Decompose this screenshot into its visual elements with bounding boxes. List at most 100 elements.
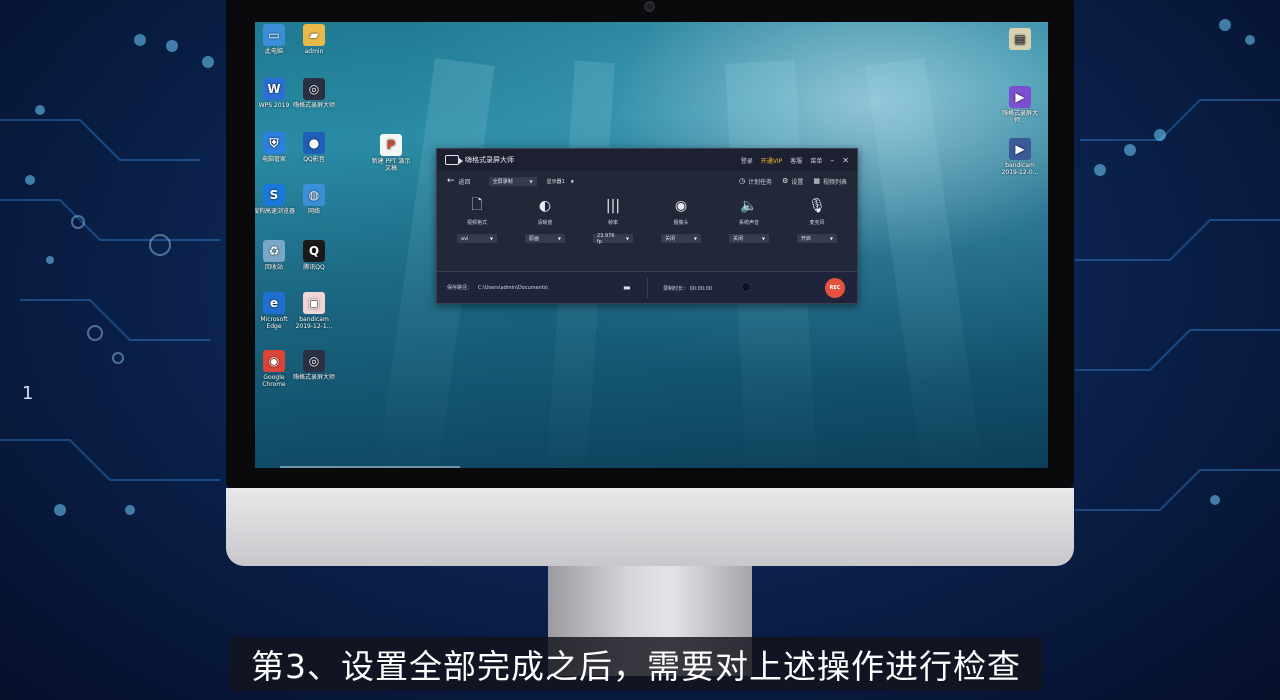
video-camera-icon bbox=[445, 155, 463, 165]
desktop-icon-label: 腾讯QQ bbox=[303, 264, 325, 271]
control-label: 帧率 bbox=[607, 220, 618, 226]
back-label: 返回 bbox=[458, 178, 471, 186]
desktop-icon-label: 嗨格式录屏大师 bbox=[292, 374, 335, 381]
video-list-button[interactable]: ▦ 视频列表 bbox=[813, 177, 847, 186]
chevron-down-icon: ▼ bbox=[570, 178, 574, 184]
control-label: 摄像头 bbox=[673, 220, 689, 226]
desktop-icon[interactable]: ⛨ 电脑管家 bbox=[255, 132, 296, 163]
desktop-icon[interactable]: ♻ 回收站 bbox=[255, 240, 296, 271]
desktop-icon[interactable]: ▤ bbox=[998, 28, 1042, 52]
desktop-icon[interactable]: e Microsoft Edge bbox=[255, 292, 296, 330]
video-file-icon: ▶ bbox=[1009, 138, 1031, 160]
folder-icon: ▰ bbox=[303, 24, 325, 46]
desktop-icon-label: bandicam 2019-12-0... bbox=[1001, 162, 1039, 176]
taskbar-edge bbox=[280, 466, 460, 468]
folder-icon[interactable]: ▬ bbox=[623, 283, 631, 292]
control-label: 麦克风 bbox=[809, 220, 825, 226]
edge-icon: e bbox=[263, 292, 285, 314]
desktop-icon[interactable]: ▭ 此电脑 bbox=[255, 24, 296, 55]
divider bbox=[647, 278, 648, 298]
control-quality: ◐ 清晰度 原画 ▼ bbox=[511, 195, 579, 269]
ppt-file-icon: P bbox=[380, 134, 402, 156]
desktop-icon-label: 嗨格式录屏大师... bbox=[1001, 110, 1038, 124]
webcam-select[interactable]: 关闭 ▼ bbox=[661, 234, 701, 243]
shield-icon: ⛨ bbox=[263, 132, 285, 154]
rec-button[interactable]: REC bbox=[825, 278, 845, 298]
quality-select[interactable]: 原画 ▼ bbox=[525, 234, 565, 243]
sogou-browser-icon: S bbox=[263, 184, 285, 206]
window-titlebar: 嗨格式录屏大师 登录 开通VIP 客服 菜单 – ✕ bbox=[437, 149, 857, 171]
toolbar-actions: ◷ 计划任务 ⚙ 设置 ▦ 视频列表 bbox=[739, 171, 847, 191]
control-system-sound: 🔈 系统声音 关闭 ▼ bbox=[715, 195, 783, 269]
desktop-icon-label: Microsoft Edge bbox=[260, 316, 288, 330]
desktop-icon[interactable]: ▶ bandicam 2019-12-0... bbox=[998, 138, 1042, 176]
display-value: 显示器1 bbox=[546, 178, 565, 185]
desktop-icon[interactable]: P 新建 PPT 演示文稿 bbox=[369, 134, 413, 172]
desktop-icon[interactable]: ◎ 嗨格式录屏大师 bbox=[292, 350, 336, 381]
waveform-icon: ||| bbox=[605, 198, 621, 214]
arrow-left-icon: ← bbox=[447, 176, 455, 186]
image-file-icon: ▣ bbox=[303, 292, 325, 314]
desktop-icon-label: 回收站 bbox=[264, 264, 283, 271]
schedule-label: 计划任务 bbox=[748, 178, 773, 186]
desktop-icon[interactable]: Q 腾讯QQ bbox=[292, 240, 336, 271]
background-digit: 1 bbox=[22, 383, 34, 404]
desktop-icon[interactable]: ◉ Google Chrome bbox=[255, 350, 296, 388]
desktop-icon[interactable]: ▰ admin bbox=[292, 24, 336, 55]
gear-icon: ⚙ bbox=[782, 177, 789, 185]
desktop-icon-label: 嗨格式录屏大师 bbox=[292, 102, 335, 109]
contrast-icon: ◐ bbox=[538, 198, 552, 214]
screen-recorder-icon: ◎ bbox=[303, 78, 325, 100]
desktop-icon-label: 此电脑 bbox=[264, 48, 283, 55]
desktop-icon[interactable]: ▣ bandicam 2019-12-1... bbox=[292, 292, 336, 330]
desktop-icon[interactable]: ◎ 嗨格式录屏大师 bbox=[292, 78, 336, 109]
record-mode-select[interactable]: 全屏录制 ▼ bbox=[488, 176, 537, 186]
close-icon[interactable]: ✕ bbox=[842, 156, 849, 165]
grid-icon: ▦ bbox=[813, 177, 820, 185]
back-button[interactable]: ← 返回 bbox=[447, 176, 471, 186]
doc-file-icon: ▤ bbox=[1009, 28, 1031, 50]
save-path-label: 保存路径： bbox=[447, 285, 473, 291]
control-frame-rate: ||| 帧率 23.976 fp ▼ bbox=[579, 195, 647, 269]
desktop-icon[interactable]: ◍ 网络 bbox=[292, 184, 336, 215]
desktop-icon[interactable]: ▶ 嗨格式录屏大师... bbox=[998, 86, 1042, 124]
duration-label: 录制时长： bbox=[663, 286, 689, 292]
control-value: 开启 bbox=[801, 236, 812, 242]
system-sound-select[interactable]: 关闭 ▼ bbox=[729, 234, 769, 243]
desktop-icon[interactable]: ● QQ影音 bbox=[292, 132, 336, 163]
webcam-dot bbox=[644, 1, 655, 12]
control-webcam: ◉ 摄像头 关闭 ▼ bbox=[647, 195, 715, 269]
network-icon: ◍ bbox=[303, 184, 325, 206]
vip-link[interactable]: 开通VIP bbox=[761, 156, 783, 165]
frame-rate-select[interactable]: 23.976 fp ▼ bbox=[593, 232, 633, 245]
recording-controls: 🗋 视频格式 avi ▼ ◐ 清晰度 原画 ▼ ||| 帧率 23.976 fp… bbox=[437, 191, 857, 269]
desktop-screen: ▭ 此电脑 ▰ admin W WPS 2019 ◎ 嗨格式录屏大师 ⛨ 电脑管家 ● QQ影音 S 搜狗… bbox=[255, 22, 1048, 468]
desktop-icon[interactable]: W WPS 2019 bbox=[255, 78, 296, 109]
qq-icon: Q bbox=[303, 240, 325, 262]
login-link[interactable]: 登录 bbox=[741, 156, 753, 165]
control-microphone: 🎙 麦克风 开启 ▼ bbox=[783, 195, 851, 269]
chevron-down-icon: ▼ bbox=[529, 178, 533, 184]
duration-readout: 录制时长： 00:00:00 bbox=[663, 285, 712, 292]
service-link[interactable]: 客服 bbox=[790, 156, 802, 165]
schedule-button[interactable]: ◷ 计划任务 bbox=[739, 177, 772, 186]
minimize-icon[interactable]: – bbox=[830, 156, 834, 165]
wps-icon: W bbox=[263, 78, 285, 100]
desktop-icon-label: 网络 bbox=[307, 208, 320, 215]
desktop-icon[interactable]: S 搜狗高速浏览器 bbox=[255, 184, 296, 215]
desktop-icon-label: 搜狗高速浏览器 bbox=[255, 208, 295, 215]
video-file-icon: ▶ bbox=[1009, 86, 1031, 108]
menu-link[interactable]: 菜单 bbox=[810, 156, 822, 165]
control-value: avi bbox=[461, 235, 469, 242]
video-subtitle: 第3、设置全部完成之后，需要对上述操作进行检查 bbox=[230, 637, 1042, 691]
monitor-chin bbox=[226, 488, 1074, 566]
microphone-select[interactable]: 开启 ▼ bbox=[797, 234, 837, 243]
settings-button[interactable]: ⚙ 设置 bbox=[782, 177, 803, 186]
desktop-icon-label: WPS 2019 bbox=[258, 102, 290, 109]
display-select[interactable]: 显示器1 ▼ bbox=[543, 177, 578, 186]
control-value: 原画 bbox=[529, 236, 540, 242]
window-toolbar: ← 返回 全屏录制 ▼ 显示器1 ▼ ◷ 计划任务 ⚙ 设置 ▦ 视频列表 bbox=[437, 171, 857, 191]
control-value: 23.976 fp bbox=[597, 232, 615, 245]
video-format-select[interactable]: avi ▼ bbox=[457, 234, 497, 243]
window-title: 嗨格式录屏大师 bbox=[465, 156, 514, 164]
